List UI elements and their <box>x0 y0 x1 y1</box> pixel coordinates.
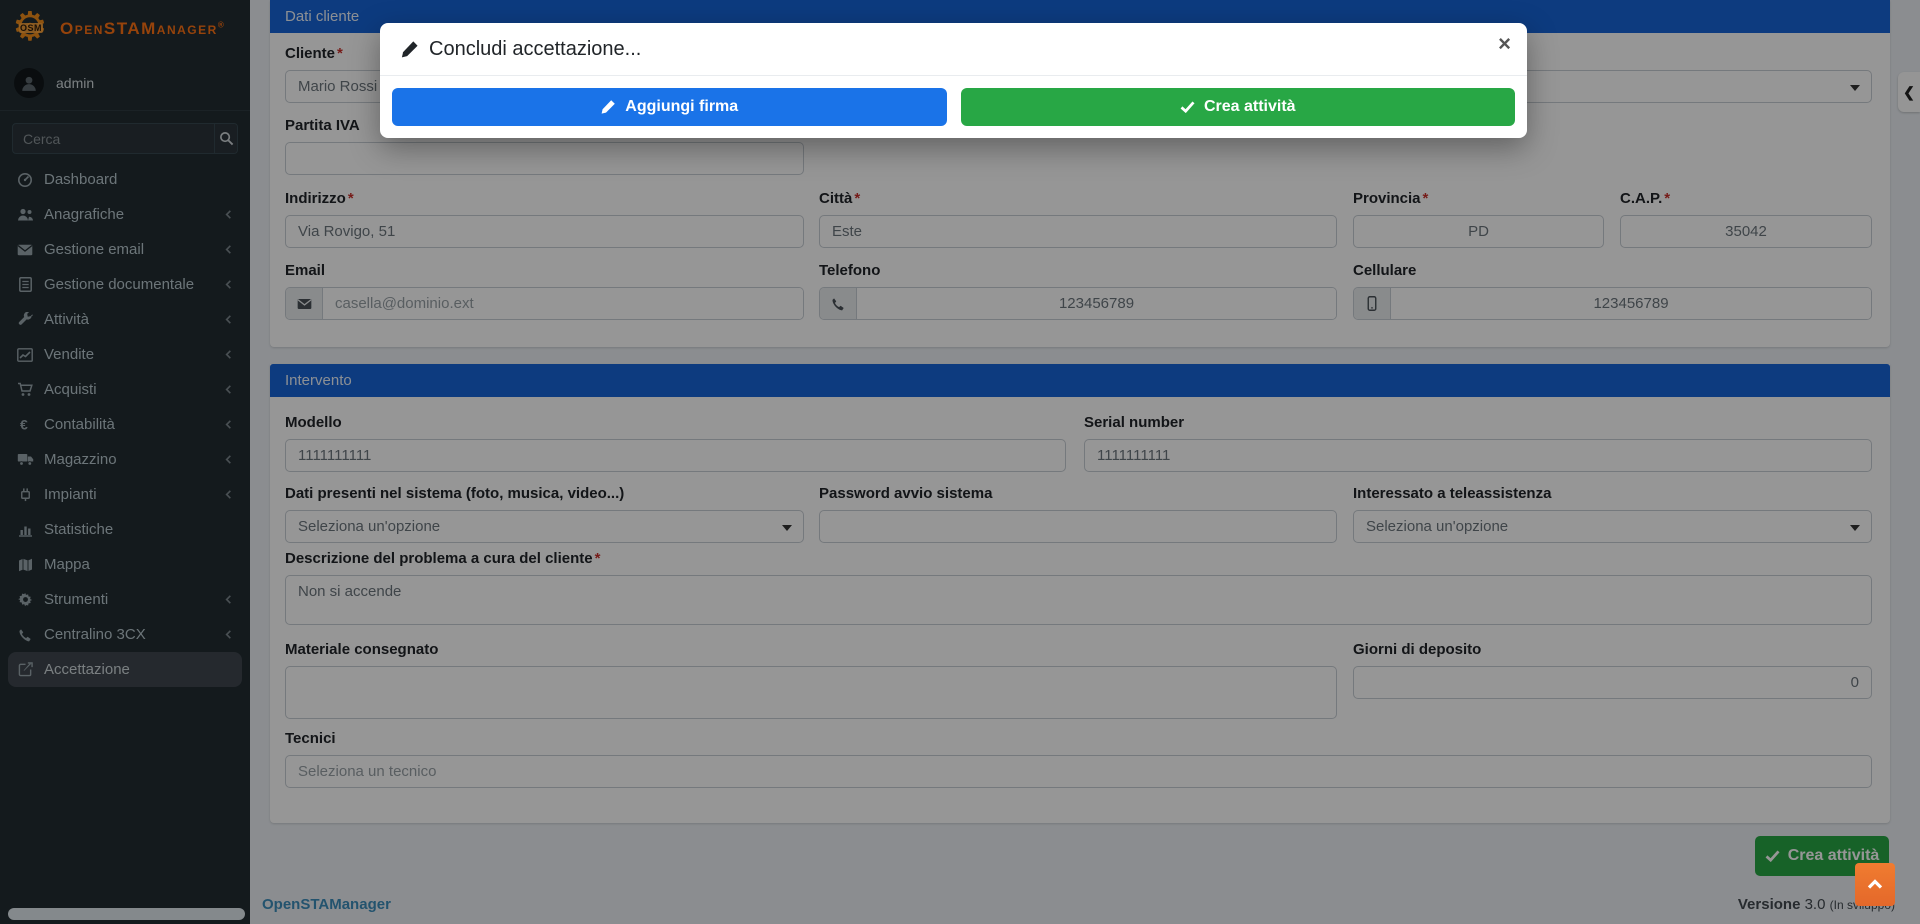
modal-backdrop[interactable] <box>0 0 1920 924</box>
horizontal-scrollbar-thumb[interactable] <box>8 908 245 920</box>
chevron-up-icon <box>1867 879 1883 890</box>
pencil-icon <box>600 99 616 115</box>
modal-header: Concludi accettazione... × <box>380 23 1527 76</box>
scroll-to-top-button[interactable] <box>1855 863 1895 906</box>
check-icon <box>1180 101 1195 113</box>
modal-title: Concludi accettazione... <box>400 38 1507 61</box>
add-signature-button[interactable]: Aggiungi firma <box>392 88 947 126</box>
conclude-acceptance-modal: Concludi accettazione... × Aggiungi firm… <box>380 23 1527 138</box>
pencil-icon <box>400 40 419 59</box>
modal-body: Aggiungi firma Crea attività <box>380 76 1527 138</box>
close-icon[interactable]: × <box>1498 33 1511 55</box>
create-activity-modal-button[interactable]: Crea attività <box>961 88 1516 126</box>
